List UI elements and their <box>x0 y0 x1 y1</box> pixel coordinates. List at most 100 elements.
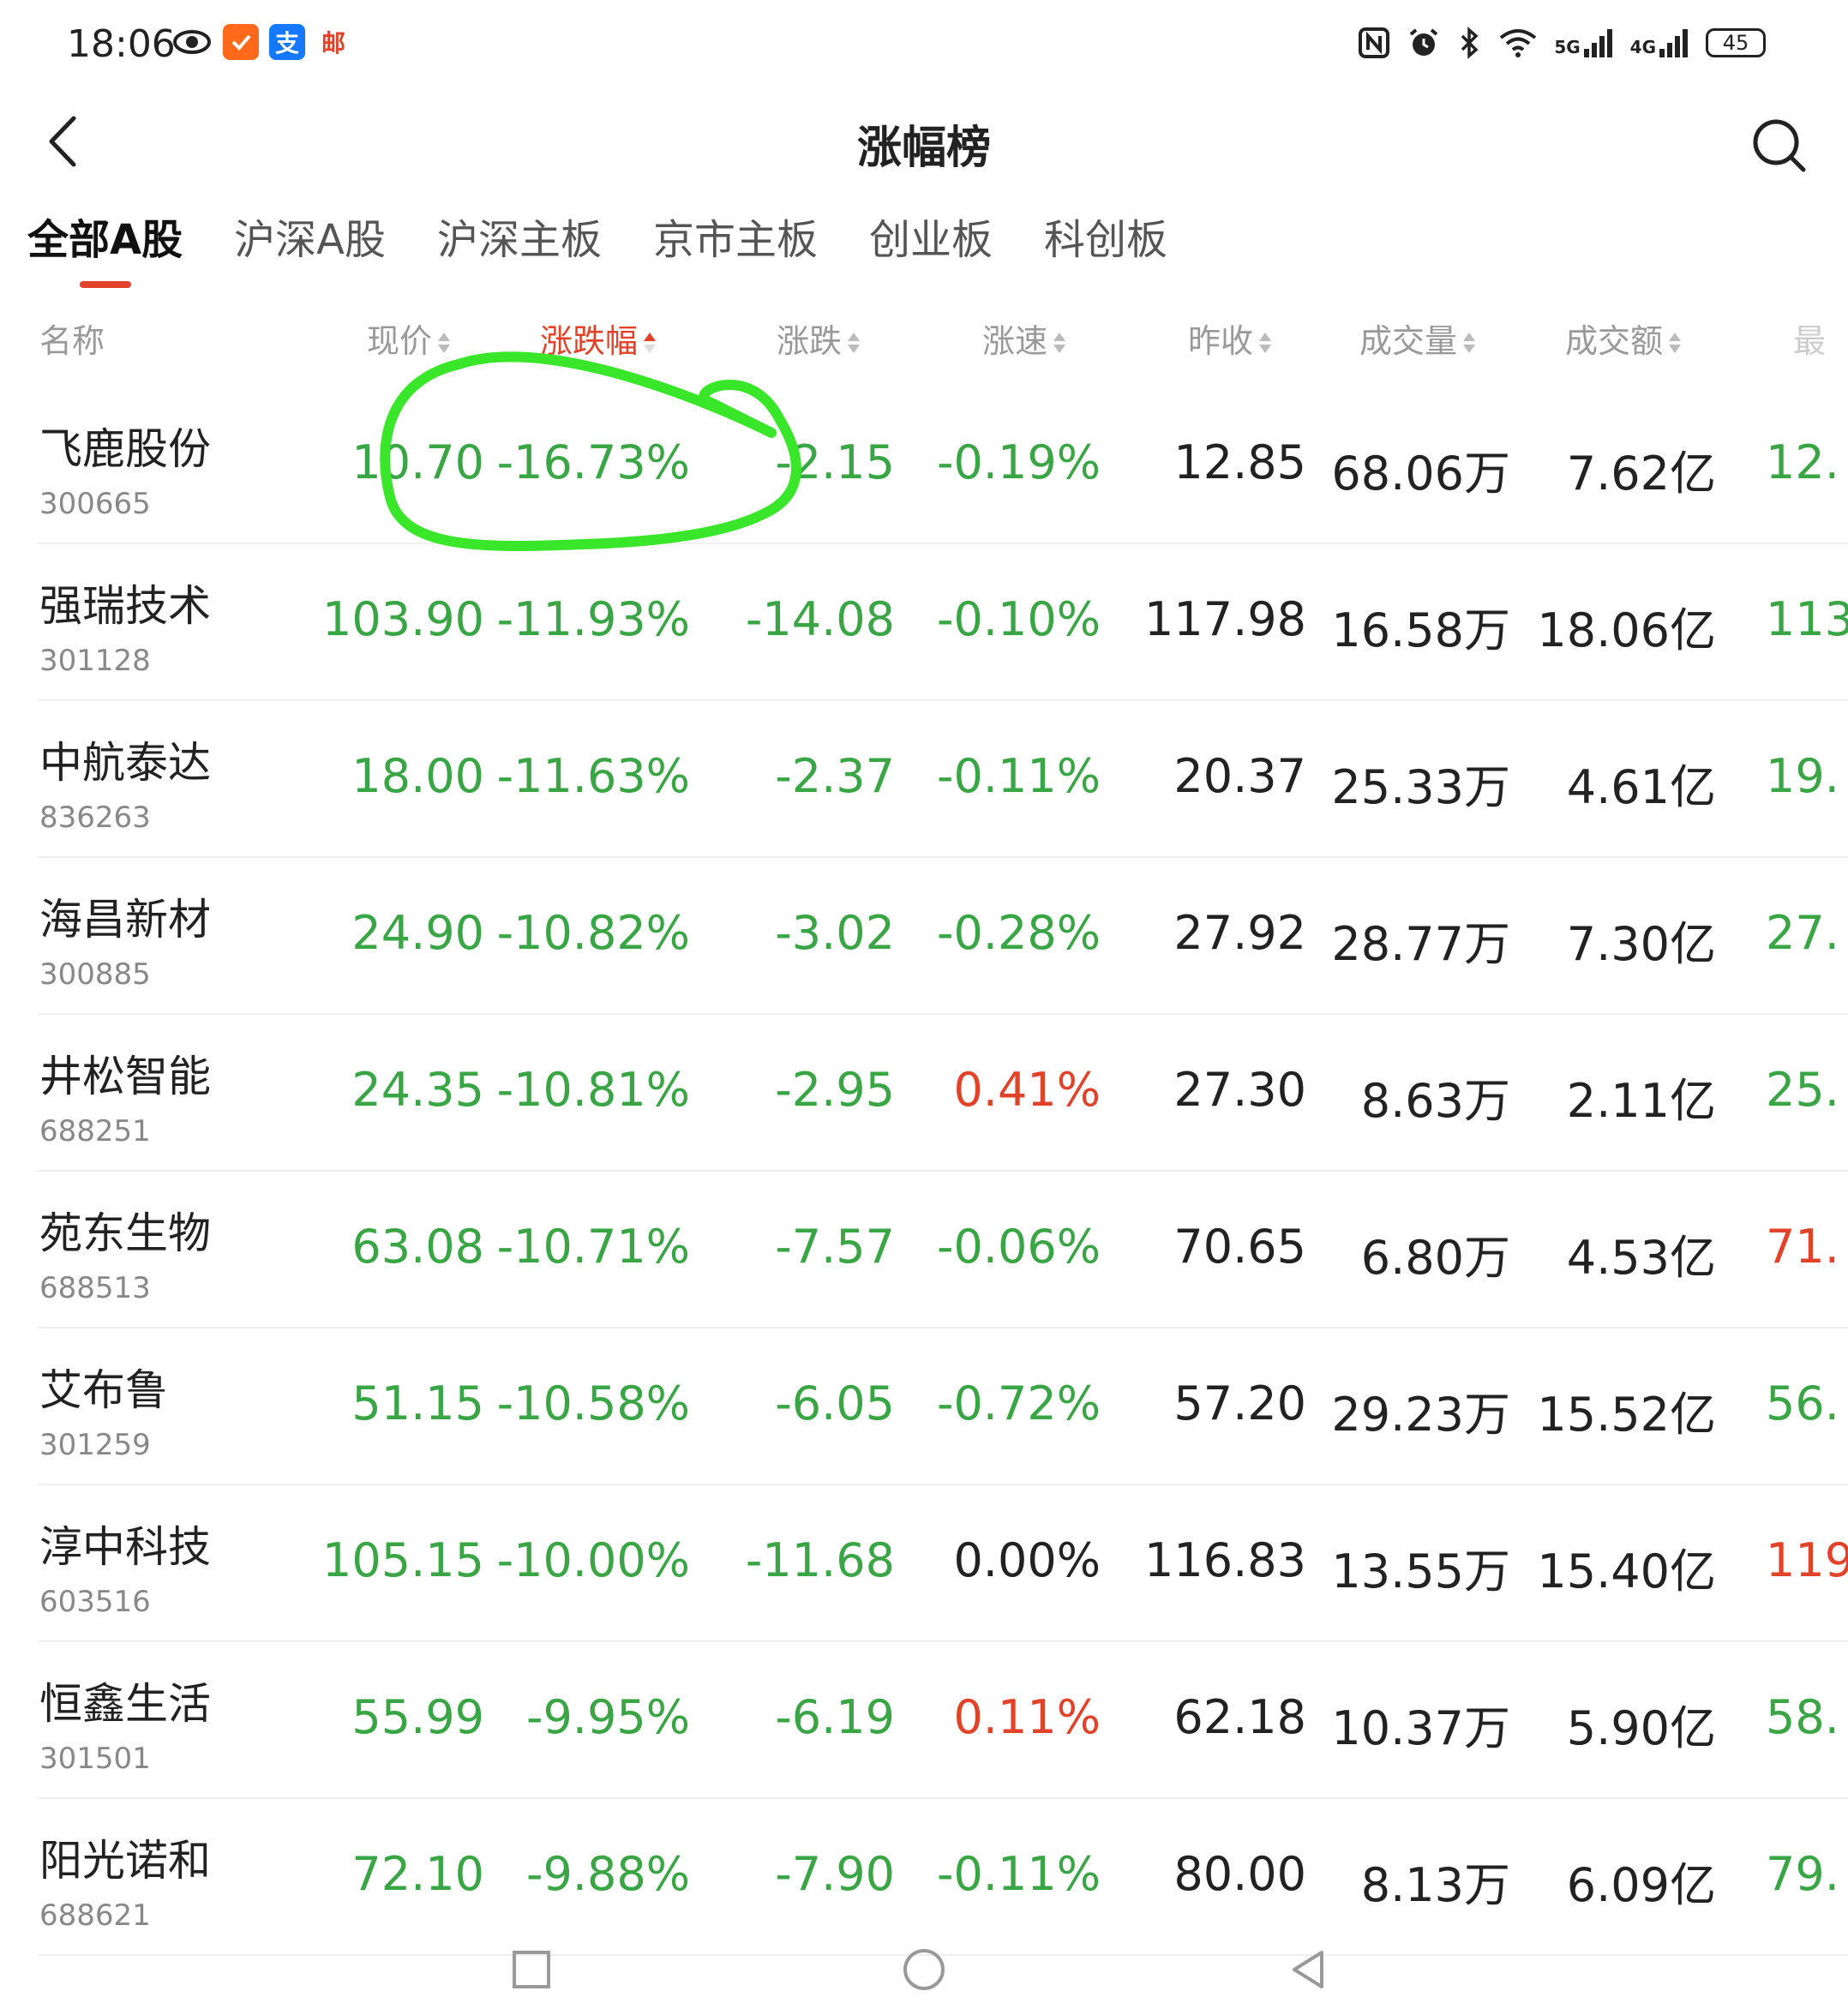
high-cell: 119. <box>1766 1533 1848 1587</box>
stock-code: 300665 <box>39 487 151 521</box>
alarm-icon <box>1410 28 1438 56</box>
back-nav-icon[interactable] <box>1282 1944 1334 1995</box>
table-row[interactable]: 飞鹿股份 300665 10.70 -16.73% -2.15 -0.19% 1… <box>38 387 1848 544</box>
alipay-icon: 支 <box>269 24 305 60</box>
market-tabs: 全部A股 沪深A股 沪深主板 京市主板 创业板 科创板 <box>27 206 1167 288</box>
amount-cell: 2.11亿 <box>1566 1074 1716 1128</box>
signal-5g-label: 5G <box>1554 37 1581 57</box>
pct-change-cell: -9.88% <box>525 1847 690 1901</box>
tab-star-market[interactable]: 科创板 <box>1044 206 1167 288</box>
stock-name: 强瑞技术 <box>39 581 211 631</box>
volume-cell: 8.13万 <box>1360 1858 1510 1912</box>
high-cell: 79. <box>1766 1847 1839 1901</box>
column-header-high[interactable]: 最 <box>1793 315 1826 362</box>
prev-close-cell: 20.37 <box>1173 749 1306 803</box>
price-cell: 55.99 <box>351 1690 484 1744</box>
column-header-pct-change[interactable]: 涨跌幅 <box>540 315 657 362</box>
home-icon[interactable] <box>898 1944 950 1995</box>
table-row[interactable]: 淳中科技 603516 105.15 -10.00% -11.68 0.00% … <box>38 1485 1848 1642</box>
tab-sh-sz-main-board[interactable]: 沪深主板 <box>437 206 602 288</box>
high-cell: 56. <box>1766 1376 1839 1430</box>
stock-code: 688513 <box>39 1271 151 1305</box>
volume-cell: 10.37万 <box>1331 1701 1510 1755</box>
pct-change-cell: -10.81% <box>496 1063 690 1117</box>
price-cell: 63.08 <box>351 1220 484 1274</box>
recent-apps-icon[interactable] <box>506 1944 557 1995</box>
table-row[interactable]: 苑东生物 688513 63.08 -10.71% -7.57 -0.06% 7… <box>38 1172 1848 1328</box>
table-row[interactable]: 恒鑫生活 301501 55.99 -9.95% -6.19 0.11% 62.… <box>38 1642 1848 1799</box>
volume-cell: 25.33万 <box>1331 760 1510 814</box>
price-cell: 72.10 <box>351 1847 484 1901</box>
prev-close-cell: 70.65 <box>1173 1220 1306 1274</box>
eye-icon <box>173 30 211 54</box>
speed-cell: 0.00% <box>953 1533 1101 1587</box>
prev-close-cell: 62.18 <box>1173 1690 1306 1744</box>
tab-all-a-shares[interactable]: 全部A股 <box>27 206 183 288</box>
change-cell: -7.90 <box>775 1847 895 1901</box>
column-header-prev-close[interactable]: 昨收 <box>1188 315 1272 362</box>
pct-change-cell: -10.58% <box>496 1376 690 1430</box>
pct-change-cell: -10.82% <box>496 906 690 960</box>
signal-4g-icon: 4G <box>1630 28 1690 57</box>
sort-icon <box>437 331 451 357</box>
tab-sh-sz-a-shares[interactable]: 沪深A股 <box>234 206 386 288</box>
price-cell: 105.15 <box>322 1533 484 1587</box>
prev-close-cell: 27.30 <box>1173 1063 1306 1117</box>
change-cell: -6.19 <box>775 1690 895 1744</box>
column-header-name-label: 名称 <box>39 322 105 360</box>
tab-beijing-main-board[interactable]: 京市主板 <box>653 206 818 288</box>
stock-code: 688621 <box>39 1898 151 1933</box>
volume-cell: 8.63万 <box>1360 1074 1510 1128</box>
tab-chinext[interactable]: 创业板 <box>869 206 993 288</box>
price-cell: 51.15 <box>351 1376 484 1430</box>
sort-icon <box>1462 331 1476 357</box>
column-header-price[interactable]: 现价 <box>367 315 451 362</box>
pct-change-cell: -10.00% <box>496 1533 690 1587</box>
prev-close-cell: 12.85 <box>1173 435 1306 489</box>
table-header: 名称 现价 涨跌幅 涨跌 涨速 昨收 成交量 成交额 最 <box>0 304 1848 373</box>
high-cell: 58. <box>1766 1690 1839 1744</box>
mail-icon: 邮 <box>321 29 345 57</box>
column-header-prev-label: 昨收 <box>1187 322 1253 360</box>
column-header-speed[interactable]: 涨速 <box>982 315 1066 362</box>
system-nav-bar <box>0 1928 1848 2009</box>
battery-indicator: 45 <box>1706 28 1766 57</box>
stock-name: 井松智能 <box>39 1052 211 1101</box>
speed-cell: -0.28% <box>936 906 1101 960</box>
status-time: 18:06 <box>67 22 176 66</box>
amount-cell: 4.53亿 <box>1566 1231 1716 1285</box>
column-header-amount[interactable]: 成交额 <box>1565 315 1682 362</box>
column-header-price-label: 现价 <box>366 322 432 360</box>
speed-cell: -0.19% <box>936 435 1101 489</box>
sort-icon <box>847 331 861 357</box>
high-cell: 25. <box>1766 1063 1839 1117</box>
sort-icon <box>1258 331 1272 357</box>
table-row[interactable]: 井松智能 688251 24.35 -10.81% -2.95 0.41% 27… <box>38 1015 1848 1172</box>
volume-cell: 13.55万 <box>1331 1544 1510 1598</box>
change-cell: -3.02 <box>775 906 895 960</box>
price-cell: 18.00 <box>351 749 484 803</box>
volume-cell: 16.58万 <box>1331 603 1510 657</box>
stock-name: 阳光诺和 <box>39 1836 211 1886</box>
change-cell: -6.05 <box>775 1376 895 1430</box>
bluetooth-icon <box>1461 27 1479 59</box>
speed-cell: -0.11% <box>936 749 1101 803</box>
checkmark-app-icon <box>223 24 259 60</box>
page-title: 涨幅榜 <box>856 123 991 174</box>
search-button[interactable] <box>1745 111 1814 180</box>
price-cell: 10.70 <box>351 435 484 489</box>
stock-list: 飞鹿股份 300665 10.70 -16.73% -2.15 -0.19% 1… <box>0 387 1848 1956</box>
volume-cell: 6.80万 <box>1360 1231 1510 1285</box>
table-row[interactable]: 海昌新材 300885 24.90 -10.82% -3.02 -0.28% 2… <box>38 858 1848 1015</box>
table-row[interactable]: 中航泰达 836263 18.00 -11.63% -2.37 -0.11% 2… <box>38 701 1848 858</box>
column-header-change[interactable]: 涨跌 <box>777 315 861 362</box>
change-cell: -14.08 <box>745 592 895 646</box>
table-row[interactable]: 艾布鲁 301259 51.15 -10.58% -6.05 -0.72% 57… <box>38 1328 1848 1485</box>
status-app-icons: 支 邮 <box>171 24 351 60</box>
column-header-change-label: 涨跌 <box>776 322 842 360</box>
column-header-volume[interactable]: 成交量 <box>1359 315 1476 362</box>
high-cell: 113. <box>1766 592 1848 646</box>
table-row[interactable]: 强瑞技术 301128 103.90 -11.93% -14.08 -0.10%… <box>38 544 1848 701</box>
pct-change-cell: -11.93% <box>496 592 690 646</box>
prev-close-cell: 57.20 <box>1173 1376 1306 1430</box>
